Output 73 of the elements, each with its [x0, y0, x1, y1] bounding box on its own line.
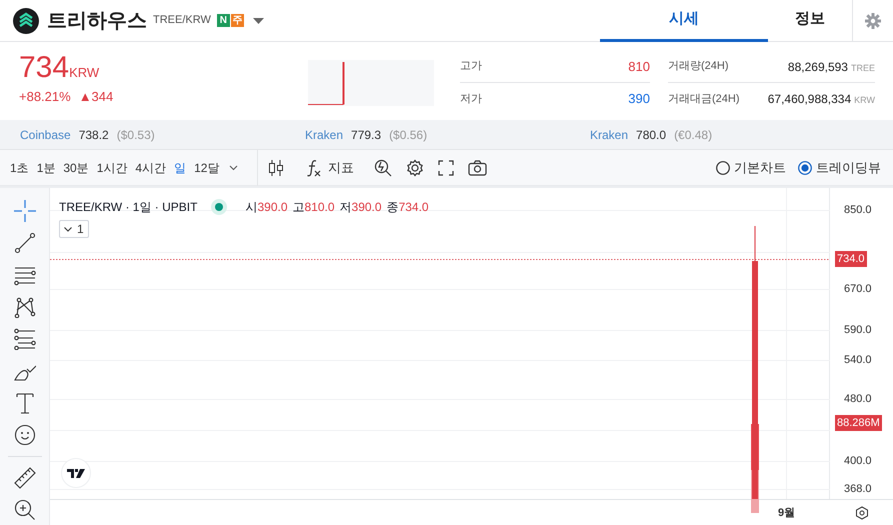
axis-settings-icon[interactable] [854, 506, 868, 520]
price-axis-label: 540.0 [844, 353, 872, 367]
interval-button[interactable]: 1초 [6, 154, 33, 182]
zoom-in-icon[interactable] [14, 499, 36, 521]
current-price: 734 [19, 51, 70, 85]
compare-search-icon[interactable] [374, 158, 392, 176]
exchange-price: 779.3 [351, 126, 382, 144]
fullscreen-icon[interactable] [438, 160, 454, 176]
stat-value: 810 [628, 58, 650, 76]
volume-value-label: 88.286M [835, 415, 882, 431]
candles-icon[interactable] [268, 158, 284, 176]
interval-button[interactable]: 일 [170, 154, 190, 182]
coin-name: 트리하우스 [47, 8, 147, 34]
function-icon [306, 158, 322, 176]
time-axis-label: 9월 [778, 506, 796, 520]
ruler-icon[interactable] [14, 467, 36, 489]
stat-label: 고가 [460, 59, 482, 74]
stat-label: 저가 [460, 92, 482, 107]
ohlc-value: 시390.0 [245, 199, 288, 216]
volume-unit: KRW [854, 94, 875, 107]
change-rate: +88.21% [19, 88, 71, 106]
exchange-converted-price: ($0.56) [389, 126, 428, 144]
fibonacci-icon[interactable] [14, 328, 36, 350]
ohlc-value: 고810.0 [292, 199, 335, 216]
dropdown-caret-icon[interactable] [252, 16, 265, 24]
trend-line-icon[interactable] [14, 232, 36, 254]
camera-icon[interactable] [468, 160, 487, 176]
exchange-converted-price: (€0.48) [674, 126, 712, 144]
indicators-button[interactable]: 지표 [306, 158, 354, 178]
interval-button[interactable]: 1분 [32, 154, 60, 182]
pattern-icon[interactable] [14, 296, 36, 318]
text-icon[interactable] [14, 392, 36, 414]
change-amount: ▲344 [78, 88, 114, 106]
price-currency: KRW [69, 64, 100, 82]
volume-label: 거래대금(24H) [668, 92, 740, 107]
series-toggle-button[interactable]: 1 [59, 220, 89, 238]
price-axis-label: 590.0 [844, 323, 872, 337]
price-axis-label: 480.0 [844, 392, 872, 406]
crosshair-icon[interactable] [14, 200, 36, 222]
exchange-price: 780.0 [636, 126, 666, 144]
dropdown-caret-icon[interactable] [229, 164, 238, 170]
stat-value: 390 [628, 90, 650, 108]
chart-legend-title: TREE/KRW · 1일 · UPBIT [59, 199, 198, 216]
market-badge: N [216, 14, 230, 27]
tab[interactable]: 정보 [768, 0, 852, 42]
volume-label: 거래량(24H) [668, 59, 729, 74]
market-open-dot-icon [211, 199, 228, 215]
chart-type-radio[interactable]: 트레이딩뷰 [798, 158, 881, 178]
volume-value: 67,460,988,334 [768, 91, 852, 108]
chart-type-radio[interactable]: 기본차트 [716, 158, 786, 178]
interval-button[interactable]: 1시간 [92, 154, 132, 182]
coin-logo-icon [13, 8, 39, 34]
smiley-icon[interactable] [14, 424, 36, 446]
exchange-converted-price: ($0.53) [116, 126, 155, 144]
tab[interactable]: 시세 [600, 0, 768, 42]
ohlc-value: 종734.0 [386, 199, 429, 216]
tradingview-logo-icon[interactable] [61, 458, 91, 488]
interval-button[interactable]: 12달 [190, 154, 224, 182]
price-axis-label: 850.0 [844, 203, 872, 217]
exchange-price: 738.2 [78, 126, 109, 144]
volume-unit: TREE [850, 62, 875, 74]
last-price-label: 734.0 [835, 251, 867, 267]
ohlc-value: 저390.0 [340, 199, 382, 216]
price-axis-label: 400.0 [844, 454, 872, 468]
price-axis-label: 368.0 [844, 482, 872, 496]
volume-value: 88,269,593 [788, 58, 848, 76]
chevron-down-icon [64, 226, 72, 232]
market-pair: TREE/KRW [153, 13, 211, 28]
market-badge: 주 [230, 14, 244, 27]
interval-button[interactable]: 4시간 [131, 154, 170, 182]
interval-button[interactable]: 30분 [59, 154, 93, 182]
price-axis-label: 670.0 [844, 282, 872, 296]
settings-icon[interactable] [406, 158, 424, 176]
